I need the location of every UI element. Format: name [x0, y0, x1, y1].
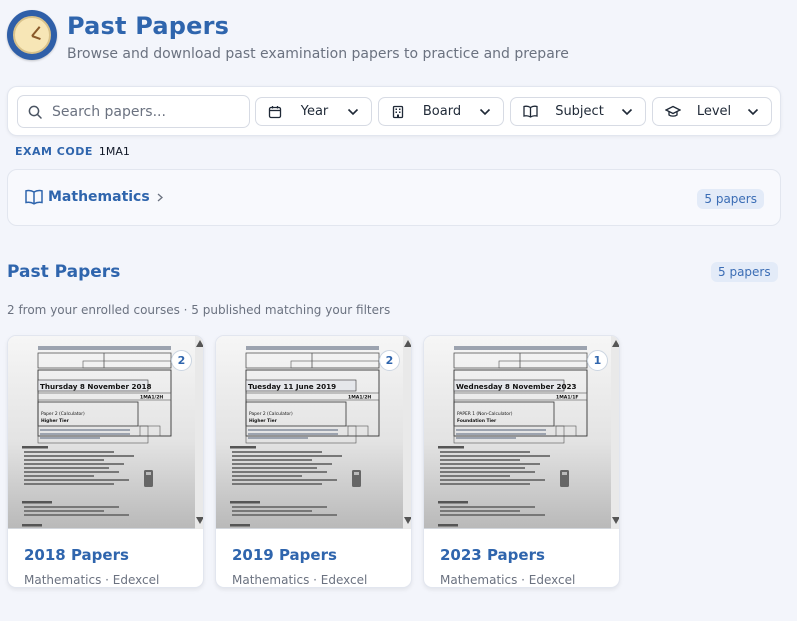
doc-date-text: Thursday 8 November 2018 [40, 382, 152, 391]
file-count-badge: 2 [171, 350, 192, 371]
subject-paper-count: 5 papers [697, 189, 764, 209]
board-label: Board [422, 104, 462, 119]
section-subtitle: 2 from your enrolled courses · 5 publish… [7, 303, 391, 317]
card-title[interactable]: 2019 Papers [232, 546, 337, 564]
subject-name: Mathematics [48, 189, 150, 205]
doc-paper-text: Paper 2 (Calculator) [249, 411, 293, 417]
book-open-icon [25, 189, 43, 205]
exam-code: EXAM CODE 1MA1 [15, 145, 130, 158]
level-dropdown[interactable]: Level [652, 97, 772, 126]
file-count-badge: 1 [587, 350, 608, 371]
chevron-down-icon [621, 108, 633, 115]
section-title: Past Papers [7, 262, 121, 282]
page-header: Past Papers Browse and download past exa… [7, 10, 569, 62]
card-meta: Mathematics · Edexcel [24, 573, 160, 587]
scroll-up-arrow-icon[interactable] [196, 340, 203, 347]
scroll-up-arrow-icon[interactable] [612, 340, 619, 347]
doc-date-text: Tuesday 11 June 2019 [248, 382, 336, 391]
page-subtitle: Browse and download past examination pap… [67, 46, 569, 62]
paper-thumbnail[interactable]: Wednesday 8 November 2023 1MA1/1F PAPER … [424, 336, 619, 529]
chevron-down-icon [479, 108, 491, 115]
card-title[interactable]: 2018 Papers [24, 546, 129, 564]
paper-thumbnail[interactable]: Tuesday 11 June 2019 1MA1/2H Paper 2 (Ca… [216, 336, 411, 529]
thumbnail-scrollbar[interactable] [403, 336, 411, 529]
scroll-up-arrow-icon[interactable] [404, 340, 411, 347]
doc-paper-ref-text: 1MA1/1F [556, 395, 579, 401]
chevron-down-icon [747, 108, 759, 115]
building-icon [392, 105, 404, 118]
card-title[interactable]: 2023 Papers [440, 546, 545, 564]
year-dropdown[interactable]: Year [255, 97, 372, 126]
exam-code-value: 1MA1 [98, 145, 130, 158]
page-title: Past Papers [67, 12, 230, 40]
scroll-down-arrow-icon[interactable] [404, 517, 411, 524]
subject-row-mathematics[interactable]: Mathematics 5 papers [7, 169, 781, 226]
calendar-icon [268, 105, 282, 118]
doc-tier-text: Higher Tier [249, 418, 278, 424]
doc-tier-text: Higher Tier [41, 418, 70, 424]
paper-card-0[interactable]: Thursday 8 November 2018 1MA1/2H Paper 2… [7, 335, 204, 588]
thumbnail-scrollbar[interactable] [195, 336, 203, 529]
board-dropdown[interactable]: Board [378, 97, 504, 126]
subject-label: Subject [555, 104, 604, 119]
exam-code-label: EXAM CODE [15, 145, 93, 158]
level-label: Level [696, 104, 732, 119]
doc-paper-text: PAPER 1 (Non-Calculator) [457, 411, 513, 417]
section-paper-count: 5 papers [711, 262, 778, 282]
clock-logo-icon [7, 10, 57, 60]
search-icon [28, 105, 42, 119]
doc-paper-ref-text: 1MA1/2H [348, 395, 371, 401]
paper-card-2[interactable]: Wednesday 8 November 2023 1MA1/1F PAPER … [423, 335, 620, 588]
graduation-cap-icon [665, 105, 681, 117]
search-box[interactable] [17, 95, 250, 128]
thumbnail-scrollbar[interactable] [611, 336, 619, 529]
chevron-down-icon [347, 108, 359, 115]
doc-paper-ref-text: 1MA1/2H [140, 395, 163, 401]
doc-paper-text: Paper 2 (Calculator) [41, 411, 85, 417]
subject-dropdown[interactable]: Subject [510, 97, 646, 126]
scroll-down-arrow-icon[interactable] [196, 517, 203, 524]
chevron-right-icon [157, 193, 163, 202]
doc-date-text: Wednesday 8 November 2023 [456, 382, 577, 391]
book-open-icon [523, 105, 538, 118]
scroll-down-arrow-icon[interactable] [612, 517, 619, 524]
year-label: Year [300, 104, 329, 119]
paper-card-1[interactable]: Tuesday 11 June 2019 1MA1/2H Paper 2 (Ca… [215, 335, 412, 588]
card-meta: Mathematics · Edexcel [232, 573, 368, 587]
doc-tier-text: Foundation Tier [457, 418, 497, 424]
card-meta: Mathematics · Edexcel [440, 573, 576, 587]
file-count-badge: 2 [379, 350, 400, 371]
filter-bar: Year Board Subject [7, 86, 781, 136]
paper-thumbnail[interactable]: Thursday 8 November 2018 1MA1/2H Paper 2… [8, 336, 203, 529]
search-input[interactable] [52, 103, 232, 120]
